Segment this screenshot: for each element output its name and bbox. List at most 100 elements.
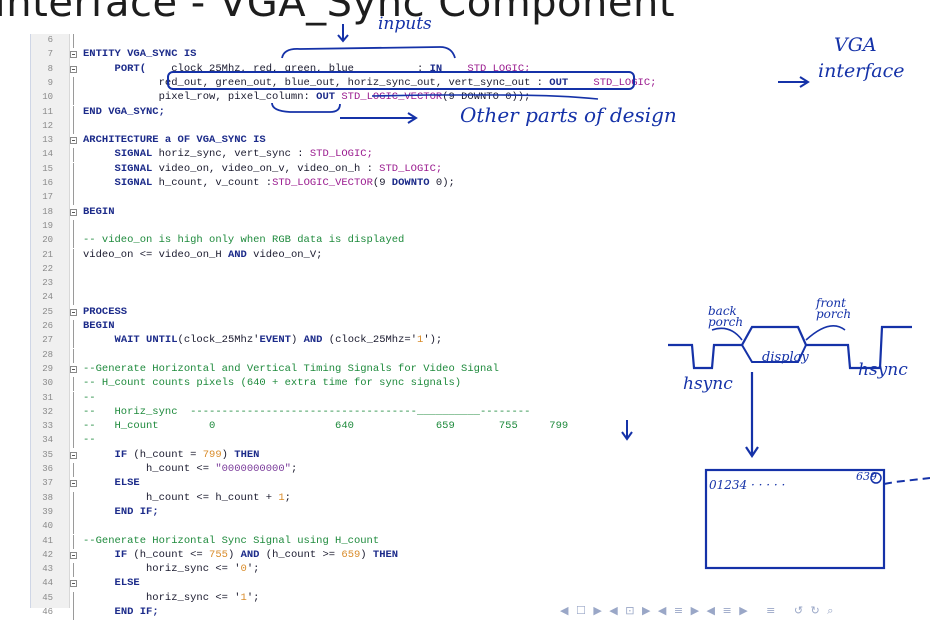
line-number: 40 [42,521,53,532]
code-line[interactable]: 37 ELSE [31,477,641,490]
code-line[interactable]: 15 SIGNAL video_on, video_on_v, video_on… [31,162,641,177]
code-token: IF [114,448,128,461]
fold-toggle-icon[interactable] [70,580,77,588]
code-text: video_on <= video_on_H AND video_on_V; [83,249,322,262]
code-token: video_on <= video_on_H [83,248,228,261]
code-line[interactable]: 7 ENTITY VGA_SYNC IS [31,48,641,61]
code-token: -- [83,434,96,447]
code-text: PORT( clock_25Mhz, red, green, blue : IN… [83,62,531,76]
code-line[interactable]: 17 [31,191,641,206]
code-token: 755 [209,548,228,561]
fold-toggle-icon[interactable] [70,137,77,145]
code-token: SIGNAL [114,177,153,189]
code-line[interactable]: 35 IF (h_count = 799) THEN [31,449,641,462]
fold-toggle-icon[interactable] [70,365,77,373]
fold-guide [73,119,74,134]
code-line[interactable]: 24 [31,291,641,306]
code-line[interactable]: 39 END IF; [31,505,641,520]
code-line[interactable]: 26 BEGIN [31,320,641,334]
code-line[interactable]: 16 SIGNAL h_count, v_count :STD_LOGIC_VE… [31,177,641,191]
line-number: 34 [42,435,53,446]
code-line[interactable]: 8 PORT( clock_25Mhz, red, green, blue : … [31,63,641,76]
code-text: -- H_count counts pixels (640 + extra ti… [83,377,461,390]
beamer-navigation[interactable]: ◀ ☐ ▶ ◀ ⊡ ▶ ◀ ≡ ▶ ◀ ≡ ▶ ≡ ↺ ↻ ⌕ [560,604,835,618]
annotation-hsync-right: hsync [858,360,908,380]
code-line[interactable]: 9 red_out, green_out, blue_out, horiz_sy… [31,76,656,91]
code-line[interactable]: 29 --Generate Horizontal and Vertical Tim… [31,363,641,376]
code-text: SIGNAL h_count, v_count :STD_LOGIC_VECTO… [83,177,455,190]
code-line[interactable]: 44 ELSE [31,577,641,590]
fold-toggle-icon[interactable] [70,65,77,73]
code-line[interactable]: 31 -- [31,391,641,406]
code-line[interactable]: 38 h_count <= h_count + 1; [31,491,641,506]
code-text: ARCHITECTURE a OF VGA_SYNC IS [83,134,266,147]
fold-guide [73,291,74,306]
code-token: "0000000000" [215,463,291,475]
code-line[interactable]: 42 IF (h_count <= 755) AND (h_count >= 6… [31,549,641,562]
code-line[interactable]: 13 ARCHITECTURE a OF VGA_SYNC IS [31,134,641,147]
code-token: STD_LOGIC_VECTOR [341,91,443,104]
code-line[interactable]: 40 [31,520,641,535]
code-token: END IF; [114,606,159,618]
code-line[interactable]: 22 [31,262,641,277]
code-token: 0); [429,177,455,189]
line-number: 6 [47,35,53,45]
fold-guide [73,391,74,406]
code-token: DOWNTO [391,177,430,189]
code-token: IN [429,62,443,75]
fold-guide [73,434,74,449]
code-token: video_on_V; [246,248,323,261]
code-token: END IF; [114,505,159,518]
code-line[interactable]: 14 SIGNAL horiz_sync, vert_sync : STD_LO… [31,148,641,163]
fold-guide [73,248,74,263]
code-line[interactable]: 21 video_on <= video_on_H AND video_on_V; [31,248,641,263]
code-line[interactable]: 28 [31,348,641,363]
code-line[interactable]: 25 PROCESS [31,306,641,319]
fold-toggle-icon[interactable] [70,480,77,488]
code-token: AND [227,248,247,261]
code-token: red_out, green_out, blue_out, horiz_sync… [83,76,550,89]
code-line[interactable]: 23 [31,277,641,292]
code-text: PROCESS [83,306,127,319]
code-line[interactable]: 45 horiz_sync <= '1'; [31,591,641,606]
code-text: -- H_count 0 640 659 755 799 [83,420,568,433]
line-number: 11 [42,106,53,117]
code-line[interactable]: 32 -- Horiz_sync ------------------------… [31,405,641,420]
code-token: -- Horiz_sync --------------------------… [83,405,531,418]
code-text: -- Horiz_sync --------------------------… [83,406,530,419]
code-text: ELSE [83,477,140,490]
line-number: 35 [42,449,53,460]
code-line[interactable]: 41 --Generate Horizontal Sync Signal usin… [31,534,641,549]
fold-toggle-icon[interactable] [70,551,77,559]
code-token: BEGIN [83,320,115,332]
code-line[interactable]: 20 -- video_on is high only when RGB data… [31,234,641,249]
fold-guide [73,377,74,392]
code-token: horiz_sync <= ' [83,591,241,604]
code-line[interactable]: 46 END IF; [31,606,641,620]
fold-toggle-icon[interactable] [70,308,77,316]
code-line[interactable]: 27 WAIT UNTIL(clock_25Mhz'EVENT) AND (cl… [31,334,641,349]
fold-guide [73,563,74,578]
code-line[interactable]: 18 BEGIN [31,206,641,219]
fold-toggle-icon[interactable] [70,208,77,216]
fold-toggle-icon[interactable] [70,451,77,459]
code-token: --Generate Horizontal and Vertical Timin… [83,362,499,375]
line-number: 37 [42,478,53,489]
code-line[interactable]: 6 [31,34,641,48]
annotation-front-porch: front porch [816,296,852,321]
code-line[interactable]: 36 h_count <= "0000000000"; [31,463,641,477]
code-line[interactable]: 30 -- H_count counts pixels (640 + extra … [31,377,641,392]
code-line[interactable]: 34 -- [31,434,641,449]
line-number: 39 [42,506,53,517]
code-token: h_count <= h_count + [83,491,279,504]
code-line[interactable]: 43 horiz_sync <= '0'; [31,563,641,578]
code-token: '; [246,591,260,604]
fold-toggle-icon[interactable] [70,51,77,59]
code-token: -- H_count counts pixels (640 + extra ti… [83,377,462,390]
code-line[interactable]: 19 [31,219,641,234]
code-line[interactable]: 33 -- H_count 0 640 659 755 799 [31,420,641,435]
code-text: --Generate Horizontal Sync Signal using … [83,535,379,548]
line-number: 33 [42,421,53,432]
